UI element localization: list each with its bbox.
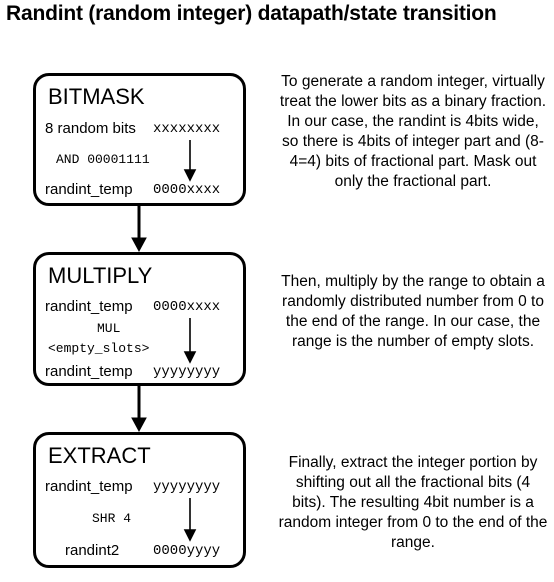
multiply-input-label: randint_temp (45, 298, 133, 315)
extract-input-value: yyyyyyyy (153, 479, 221, 495)
extract-title: EXTRACT (48, 443, 151, 468)
bitmask-input-label: 8 random bits (45, 120, 136, 137)
bitmask-output-value: 0000xxxx (153, 182, 221, 198)
diagram-title: Randint (random integer) datapath/state … (6, 2, 497, 25)
multiply-input-value: 0000xxxx (153, 299, 221, 315)
multiply-operation: MUL (97, 321, 121, 336)
extract-output-label: randint2 (65, 542, 120, 559)
multiply-title: MULTIPLY (48, 263, 153, 288)
extract-input-label: randint_temp (45, 478, 133, 495)
extract-description: Finally, extract the integer portion by … (278, 454, 548, 551)
multiply-to-extract-arrowhead (131, 417, 147, 433)
multiply-output-value: yyyyyyyy (153, 364, 221, 380)
multiply-output-label: randint_temp (45, 363, 133, 380)
bitmask-output-label: randint_temp (45, 181, 133, 198)
bitmask-to-multiply-arrowhead (131, 237, 147, 253)
bitmask-description: To generate a random integer, virtually … (279, 73, 547, 190)
bitmask-input-value: xxxxxxxx (153, 121, 221, 137)
multiply-operand: <empty_slots> (48, 341, 150, 356)
extract-operation: SHR 4 (92, 511, 132, 526)
bitmask-operation: AND 00001111 (56, 152, 150, 167)
multiply-description: Then, multiply by the range to obtain a … (281, 273, 545, 350)
extract-output-value: 0000yyyy (153, 543, 221, 559)
bitmask-title: BITMASK (48, 84, 145, 109)
